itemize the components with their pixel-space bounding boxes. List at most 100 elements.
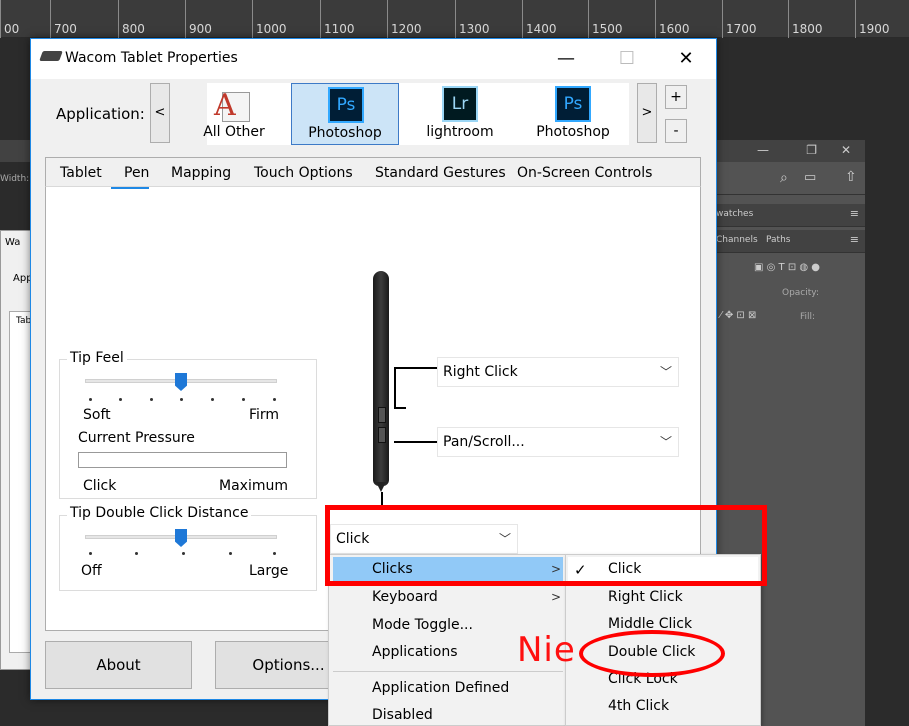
swatches-panel-tab[interactable]: watches ≡ <box>700 204 865 227</box>
ruler-tick: 1600 <box>655 0 690 38</box>
tab-touch-options[interactable]: Touch Options <box>254 165 353 181</box>
lower-button-connector <box>394 441 437 443</box>
close-icon[interactable]: ✕ <box>841 143 851 157</box>
slider-tick <box>89 398 92 401</box>
paths-tab[interactable]: Paths <box>766 235 790 245</box>
ruler-tick: 1300 <box>455 0 490 38</box>
ruler-tick: 1200 <box>387 0 422 38</box>
layers-panel-tabs: Channels Paths ≡ <box>700 230 865 253</box>
ruler-tick: 1900 <box>855 0 890 38</box>
ps-window-titlebar: — ❐ ✕ <box>700 140 865 163</box>
menu-item-keyboard[interactable]: Keyboard <box>372 589 438 605</box>
tip-double-max-label: Large <box>249 563 289 579</box>
pen-illustration <box>373 271 389 486</box>
app-item-label: Photoshop <box>536 124 610 140</box>
upper-button-value: Right Click <box>443 364 518 380</box>
lower-button-value: Pan/Scroll... <box>443 434 525 450</box>
window-title: Wacom Tablet Properties <box>65 50 238 66</box>
submenu-item-4th-click[interactable]: 4th Click <box>608 698 669 714</box>
slider-tick <box>135 552 138 555</box>
panel-menu-icon[interactable]: ≡ <box>850 207 859 220</box>
upper-button-connector <box>394 367 406 409</box>
ruler-tick: 1400 <box>522 0 557 38</box>
ruler-tick: 1100 <box>320 0 355 38</box>
ruler-tick: 800 <box>118 0 145 38</box>
opacity-label: Opacity: <box>782 288 819 298</box>
app-item-label: lightroom <box>426 124 494 140</box>
lower-button-dropdown[interactable]: Pan/Scroll... ﹀ <box>437 427 679 457</box>
all-other-icon: A <box>214 86 252 124</box>
minimize-icon[interactable]: — <box>757 143 769 157</box>
about-button[interactable]: About <box>45 641 192 689</box>
channels-tab[interactable]: Channels <box>716 235 758 245</box>
slider-tick <box>89 552 92 555</box>
window-titlebar: Wacom Tablet Properties — ☐ ✕ <box>31 39 716 79</box>
slider-tick <box>180 398 183 401</box>
tip-feel-max-label: Firm <box>249 407 280 423</box>
chevron-down-icon: ﹀ <box>659 435 672 449</box>
tab-pen[interactable]: Pen <box>124 165 149 181</box>
active-tab-indicator <box>111 187 149 189</box>
ruler-tick: 1700 <box>722 0 757 38</box>
ruler-tick: 900 <box>185 0 212 38</box>
lock-icons[interactable]: ⁄ ✥ ⊡ ⊠ <box>720 310 756 321</box>
tab-tablet[interactable]: Tablet <box>60 165 102 181</box>
app-item-photoshop[interactable]: Ps Photoshop <box>519 83 627 145</box>
tip-feel-min-label: Soft <box>83 407 111 423</box>
tip-double-click-group <box>59 515 317 591</box>
tab-mapping[interactable]: Mapping <box>171 165 231 181</box>
annotation-red-ellipse <box>579 630 725 677</box>
upper-button-dropdown[interactable]: Right Click ﹀ <box>437 357 679 387</box>
app-item-label: All Other <box>203 124 265 140</box>
slider-tick <box>273 398 276 401</box>
slider-tick <box>273 552 276 555</box>
pen-upper-button-icon <box>378 407 386 423</box>
layer-filter-icons[interactable]: ▣ ◎ T ⊡ ◍ ● <box>754 262 820 273</box>
app-scroll-left-button[interactable]: < <box>150 83 170 143</box>
restore-icon[interactable]: ❐ <box>806 143 817 157</box>
slider-tick <box>229 552 232 555</box>
bg-window-tab: Tab <box>16 316 32 326</box>
tip-feel-title: Tip Feel <box>67 350 127 366</box>
add-application-button[interactable]: + <box>665 85 687 109</box>
slider-tick <box>242 398 245 401</box>
pen-lower-button-icon <box>378 427 386 443</box>
minimize-button[interactable]: — <box>543 39 589 79</box>
bg-window-title: Wa <box>5 237 21 248</box>
ruler-tick: 700 <box>50 0 77 38</box>
photoshop-ruler: 00 700 800 900 1000 1100 1200 1300 1400 … <box>0 0 909 38</box>
annotation-nie-label: Nie <box>517 630 576 670</box>
current-pressure-bar <box>78 452 287 468</box>
slider-tick <box>150 398 153 401</box>
menu-item-applications[interactable]: Applications <box>372 644 458 660</box>
menu-item-application-defined[interactable]: Application Defined <box>372 680 509 696</box>
annotation-red-rectangle <box>325 505 767 586</box>
ps-options-bar: ⌕ ▭ ⇧ <box>700 162 865 195</box>
pen-app-icon <box>39 51 63 61</box>
ps-icon: Ps <box>328 87 364 123</box>
application-label: Application: <box>56 105 145 123</box>
menu-item-disabled[interactable]: Disabled <box>372 707 433 723</box>
remove-application-button[interactable]: - <box>665 119 687 143</box>
search-icon[interactable]: ⌕ <box>780 170 788 186</box>
tab-standard-gestures[interactable]: Standard Gestures <box>375 165 506 181</box>
app-scroll-right-button[interactable]: > <box>637 83 657 143</box>
ruler-tick: 00 <box>0 0 19 38</box>
share-icon[interactable]: ⇧ <box>845 169 857 185</box>
app-item-label: Photoshop <box>308 125 382 141</box>
ps-options-strip: Width: <box>0 140 30 184</box>
menu-item-mode-toggle[interactable]: Mode Toggle... <box>372 617 473 633</box>
close-button[interactable]: ✕ <box>663 39 709 79</box>
ruler-tick: 1000 <box>252 0 287 38</box>
app-item-all-other[interactable]: A All Other <box>180 83 288 145</box>
submenu-item-right-click[interactable]: Right Click <box>608 589 683 605</box>
submenu-arrow-icon: > <box>551 590 562 604</box>
current-pressure-label: Current Pressure <box>78 430 195 446</box>
tab-on-screen-controls[interactable]: On-Screen Controls <box>517 165 652 181</box>
app-item-photoshop-selected[interactable]: Ps Photoshop <box>291 83 399 145</box>
workspace-icon[interactable]: ▭ <box>804 170 816 185</box>
panel-menu-icon[interactable]: ≡ <box>850 233 859 246</box>
app-item-lightroom[interactable]: Lr lightroom <box>406 83 514 145</box>
maximize-button[interactable]: ☐ <box>604 39 650 79</box>
slider-tick <box>182 552 185 555</box>
